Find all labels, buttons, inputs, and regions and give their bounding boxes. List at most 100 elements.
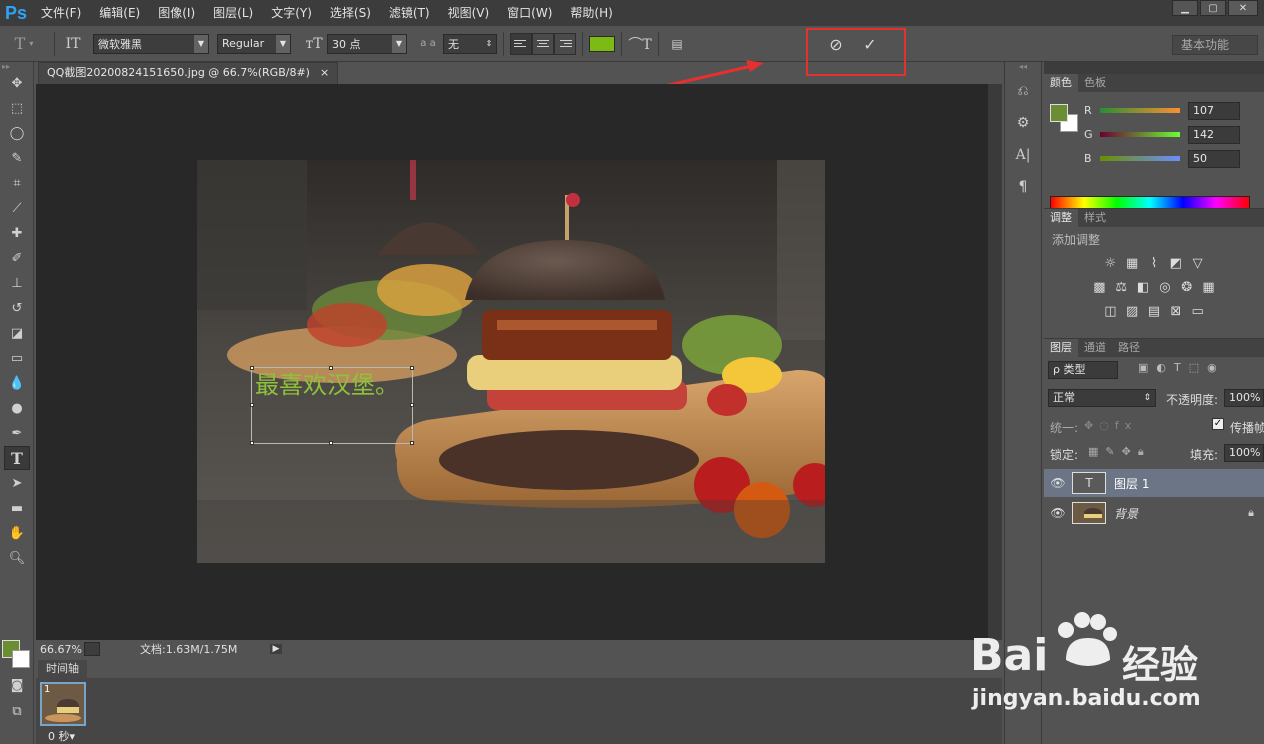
path-select-tool-icon[interactable]: ➤ <box>4 471 30 495</box>
color-balance-icon[interactable]: ⚖ <box>1112 278 1130 296</box>
channel-mixer-icon[interactable]: ❂ <box>1178 278 1196 296</box>
fg-color-chip[interactable] <box>1050 104 1068 122</box>
tool-preset-picker[interactable]: T ▾ <box>0 32 48 56</box>
menu-item[interactable]: 文件(F) <box>32 0 90 26</box>
unify-icons[interactable]: ✥◌fx <box>1084 419 1137 432</box>
black-white-icon[interactable]: ◧ <box>1134 278 1152 296</box>
history-brush-icon[interactable]: ↺ <box>4 296 30 320</box>
eraser-tool-icon[interactable]: ◪ <box>4 321 30 345</box>
lock-icons[interactable]: ▦✎✥🔒︎ <box>1088 445 1151 459</box>
menu-item[interactable]: 视图(V) <box>439 0 499 26</box>
timeline-tab[interactable]: 时间轴 <box>38 660 87 678</box>
layer-name[interactable]: 图层 1 <box>1114 475 1149 492</box>
menu-item[interactable]: 编辑(E) <box>90 0 149 26</box>
hue-saturation-icon[interactable]: ▩ <box>1090 278 1108 296</box>
threshold-icon[interactable]: ▤ <box>1145 302 1163 320</box>
warp-text-icon[interactable]: ⌒T <box>628 32 652 56</box>
background-color[interactable] <box>12 650 30 668</box>
layer-row[interactable]: 👁︎ 背景 🔒︎ <box>1044 499 1264 527</box>
eyedropper-tool-icon[interactable]: ⟋ <box>4 196 30 220</box>
marquee-tool-icon[interactable]: ⬚ <box>4 96 30 120</box>
move-tool-icon[interactable]: ✥ <box>4 71 30 95</box>
toggle-text-orientation-icon[interactable]: IT <box>61 32 85 56</box>
document-image[interactable]: 最喜欢汉堡。 <box>197 160 825 563</box>
tab-paths[interactable]: 路径 <box>1112 339 1146 357</box>
status-menu-arrow-icon[interactable]: ▶ <box>270 644 282 654</box>
r-value-input[interactable]: 107 <box>1188 102 1240 120</box>
menu-item[interactable]: 图像(I) <box>149 0 204 26</box>
properties-panel-icon[interactable]: ⚙ <box>1010 110 1036 136</box>
share-icon[interactable] <box>84 642 100 656</box>
animation-frame[interactable]: 1 <box>40 682 86 726</box>
opacity-input[interactable]: 100% <box>1224 389 1264 407</box>
menu-item[interactable]: 帮助(H) <box>561 0 621 26</box>
photo-filter-icon[interactable]: ◎ <box>1156 278 1174 296</box>
workspace-select[interactable]: 基本功能 <box>1172 35 1258 55</box>
invert-icon[interactable]: ◫ <box>1101 302 1119 320</box>
menu-item[interactable]: 滤镜(T) <box>380 0 439 26</box>
menu-item[interactable]: 选择(S) <box>321 0 380 26</box>
curves-icon[interactable]: ⌇ <box>1145 254 1163 272</box>
tab-swatches[interactable]: 色板 <box>1078 74 1112 92</box>
layer-filter-select[interactable]: ρ 类型 <box>1048 361 1118 379</box>
brush-tool-icon[interactable]: ✐ <box>4 246 30 270</box>
slider-b[interactable]: B <box>1084 148 1180 168</box>
frame-delay[interactable]: 0 秒▾ <box>48 728 75 744</box>
brightness-icon[interactable]: ☼ <box>1101 254 1119 272</box>
vibrance-icon[interactable]: ▽ <box>1189 254 1207 272</box>
fill-input[interactable]: 100% <box>1224 444 1264 462</box>
tab-layers[interactable]: 图层 <box>1044 339 1078 357</box>
healing-brush-icon[interactable]: ✚ <box>4 221 30 245</box>
antialias-select[interactable]: 无 ⇕ <box>443 33 497 54</box>
close-icon[interactable]: × <box>320 63 329 84</box>
crop-tool-icon[interactable]: ⌗ <box>4 171 30 195</box>
g-value-input[interactable]: 142 <box>1188 126 1240 144</box>
type-tool-icon[interactable]: T <box>4 446 30 470</box>
blend-mode-select[interactable]: 正常 ⇕ <box>1048 389 1156 407</box>
shape-tool-icon[interactable]: ▬ <box>4 496 30 520</box>
pen-tool-icon[interactable]: ✒ <box>4 421 30 445</box>
quick-select-tool-icon[interactable]: ✎ <box>4 146 30 170</box>
menu-item[interactable]: 文字(Y) <box>262 0 321 26</box>
eye-icon[interactable]: 👁︎ <box>1044 506 1072 520</box>
minimize-button[interactable]: ▁ <box>1172 0 1198 16</box>
character-panel-icon[interactable]: ▤ <box>665 32 689 56</box>
tab-styles[interactable]: 样式 <box>1078 209 1112 227</box>
levels-icon[interactable]: ▦ <box>1123 254 1141 272</box>
blur-tool-icon[interactable]: 💧 <box>4 371 30 395</box>
hand-tool-icon[interactable]: ✋ <box>4 521 30 545</box>
align-left-button[interactable] <box>510 32 532 55</box>
tab-adjustments[interactable]: 调整 <box>1044 209 1078 227</box>
align-right-button[interactable] <box>554 32 576 55</box>
color-lookup-icon[interactable]: ▦ <box>1200 278 1218 296</box>
menu-item[interactable]: 窗口(W) <box>498 0 561 26</box>
slider-r[interactable]: R <box>1084 100 1180 120</box>
quick-mask-icon[interactable]: ◙ <box>4 673 30 697</box>
close-window-button[interactable]: ✕ <box>1228 0 1258 16</box>
font-size-select[interactable]: 30 点 ▼ <box>327 33 407 54</box>
document-tab[interactable]: QQ截图20200824151650.jpg @ 66.7%(RGB/8#) × <box>38 62 339 84</box>
maximize-button[interactable]: ▢ <box>1200 0 1226 16</box>
selective-color-icon[interactable]: ▭ <box>1189 302 1207 320</box>
zoom-tool-icon[interactable]: 🔍︎ <box>4 546 30 570</box>
slider-g[interactable]: G <box>1084 124 1180 144</box>
layer-row[interactable]: 👁︎ T 图层 1 <box>1044 469 1264 497</box>
dodge-tool-icon[interactable]: ● <box>4 396 30 420</box>
lasso-tool-icon[interactable]: ◯ <box>4 121 30 145</box>
propagate-checkbox[interactable]: ✓ <box>1212 418 1224 430</box>
menu-item[interactable]: 图层(L) <box>204 0 262 26</box>
history-panel-icon[interactable]: ⎌ <box>1010 78 1036 104</box>
font-family-select[interactable]: 微软雅黑 ▼ <box>93 33 209 54</box>
text-color-swatch[interactable] <box>589 35 615 52</box>
b-value-input[interactable]: 50 <box>1188 150 1240 168</box>
cancel-edit-icon[interactable]: ⊘ <box>826 34 846 54</box>
zoom-level[interactable]: 66.67% <box>36 643 84 656</box>
text-layer-content[interactable]: 最喜欢汉堡。 <box>255 365 399 400</box>
align-center-button[interactable] <box>532 32 554 55</box>
layer-filter-icons[interactable]: ▣◐T⬚◉ <box>1138 361 1225 374</box>
stamp-tool-icon[interactable]: ⊥ <box>4 271 30 295</box>
character-panel-icon[interactable]: A| <box>1010 142 1036 168</box>
posterize-icon[interactable]: ▨ <box>1123 302 1141 320</box>
layer-name[interactable]: 背景 <box>1114 505 1138 522</box>
eye-icon[interactable]: 👁︎ <box>1044 476 1072 490</box>
